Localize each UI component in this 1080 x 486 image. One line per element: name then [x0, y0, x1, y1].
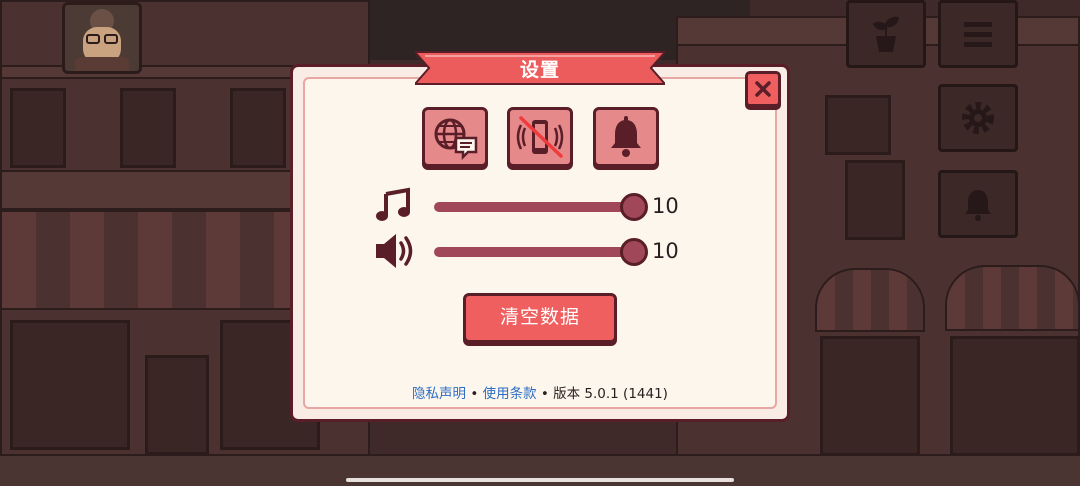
- clear-data-button[interactable]: 清空数据: [463, 293, 617, 343]
- music-volume-value: 10: [652, 194, 679, 218]
- speaker-icon: [376, 234, 413, 268]
- sound-volume-slider[interactable]: [434, 247, 634, 257]
- building-window: [10, 88, 66, 168]
- notification-bell-icon: [611, 116, 641, 157]
- shop-awning: [815, 268, 925, 332]
- notification-button[interactable]: [938, 170, 1018, 238]
- bell-icon: [965, 190, 991, 221]
- building-window: [845, 160, 905, 240]
- language-icon: [434, 118, 478, 160]
- footer-separator: •: [536, 386, 554, 402]
- music-volume-handle[interactable]: [620, 193, 648, 221]
- language-button[interactable]: [422, 107, 488, 167]
- player-avatar[interactable]: [62, 2, 142, 74]
- music-volume-slider[interactable]: [434, 202, 634, 212]
- shop-door: [950, 336, 1080, 456]
- building-window: [825, 95, 891, 155]
- terms-link[interactable]: 使用条款: [483, 386, 537, 402]
- close-icon: [755, 81, 771, 97]
- dialog-title: 设置: [519, 59, 560, 81]
- shop-door: [820, 336, 920, 456]
- building-window: [120, 88, 176, 168]
- settings-button[interactable]: [938, 84, 1018, 152]
- vibration-toggle[interactable]: [507, 107, 573, 167]
- dialog-footer: 隐私声明 • 使用条款 • 版本 5.0.1 (1441): [290, 382, 790, 402]
- building-window: [230, 88, 286, 168]
- plant-icon: [872, 16, 900, 52]
- menu-button[interactable]: [938, 0, 1018, 68]
- notification-toggle[interactable]: [593, 107, 659, 167]
- privacy-link[interactable]: 隐私声明: [412, 386, 466, 402]
- shop-awning: [0, 210, 300, 310]
- sound-volume-value: 10: [652, 239, 679, 263]
- footer-separator: •: [466, 386, 483, 402]
- home-indicator[interactable]: [346, 478, 734, 482]
- shop-door: [145, 355, 209, 455]
- shop-window: [10, 320, 130, 450]
- gear-icon: [962, 102, 994, 134]
- vibration-off-icon: [516, 116, 564, 158]
- plant-button[interactable]: [846, 0, 926, 68]
- music-note-icon: [376, 187, 410, 221]
- version-label: 版本 5.0.1 (1441): [553, 386, 668, 402]
- menu-icon: [964, 22, 992, 47]
- sound-volume-handle[interactable]: [620, 238, 648, 266]
- close-button[interactable]: [745, 71, 781, 107]
- dialog-title-ribbon: 设置: [415, 48, 665, 88]
- shop-awning: [945, 265, 1080, 331]
